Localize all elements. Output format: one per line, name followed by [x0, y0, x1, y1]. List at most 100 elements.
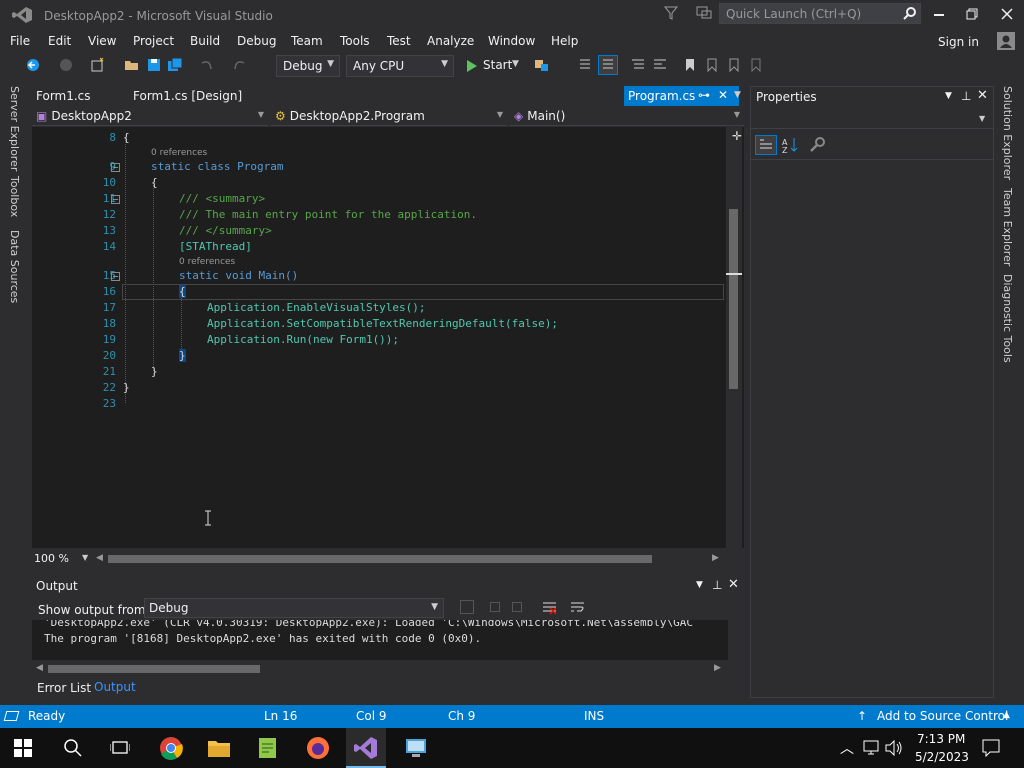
- codelens-references[interactable]: 0 references: [151, 148, 207, 158]
- team-explorer-tab[interactable]: Team Explorer: [1001, 188, 1014, 266]
- alphabetical-icon[interactable]: AZ: [781, 136, 799, 154]
- track-active-item-icon[interactable]: [598, 55, 618, 75]
- member-nav-select[interactable]: ◈ Main() ▼: [510, 107, 744, 126]
- bookmark-icon[interactable]: [682, 57, 698, 73]
- close-icon[interactable]: ✕: [728, 577, 739, 592]
- uncomment-lines-icon[interactable]: [652, 57, 668, 73]
- chevron-up-icon[interactable]: ︿: [840, 738, 854, 758]
- output-text-area[interactable]: 'DesktopApp2.exe' (CLR v4.0.30319: Deskt…: [32, 620, 744, 660]
- menu-help[interactable]: Help: [551, 34, 578, 48]
- sign-in-link[interactable]: Sign in: [938, 35, 979, 49]
- menu-analyze[interactable]: Analyze: [427, 34, 474, 48]
- firefox-icon[interactable]: [306, 736, 330, 760]
- solution-platform-select[interactable]: Any CPU ▼: [346, 55, 454, 77]
- menu-team[interactable]: Team: [291, 34, 323, 48]
- file-explorer-icon[interactable]: [207, 736, 231, 760]
- scroll-right-icon[interactable]: ▶: [714, 663, 721, 673]
- tab-form1-cs[interactable]: Form1.cs: [32, 86, 95, 106]
- menu-project[interactable]: Project: [133, 34, 174, 48]
- scroll-left-icon[interactable]: ◀: [96, 553, 103, 563]
- toolbox-tab[interactable]: Toolbox: [8, 176, 21, 217]
- scroll-left-icon[interactable]: ◀: [36, 663, 43, 673]
- output-source-select[interactable]: Debug ▼: [144, 598, 444, 618]
- chrome-icon[interactable]: [159, 736, 183, 760]
- search-icon[interactable]: [903, 6, 917, 20]
- search-icon[interactable]: [63, 738, 87, 762]
- zoom-dropdown-icon[interactable]: ▼: [82, 553, 88, 562]
- menu-file[interactable]: File: [10, 34, 30, 48]
- menu-edit[interactable]: Edit: [48, 34, 71, 48]
- start-dropdown-icon[interactable]: ▼: [512, 59, 519, 69]
- menu-window[interactable]: Window: [488, 34, 535, 48]
- codelens-references[interactable]: 0 references: [179, 257, 235, 267]
- notifications-icon[interactable]: [982, 739, 1000, 757]
- redo-icon[interactable]: [232, 57, 248, 73]
- clock-date[interactable]: 5/2/2023: [915, 750, 969, 764]
- property-pages-wrench-icon[interactable]: [809, 136, 827, 154]
- filter-icon[interactable]: [664, 6, 678, 20]
- save-icon[interactable]: [146, 57, 162, 73]
- output-horizontal-scrollbar[interactable]: ◀ ▶: [32, 661, 744, 677]
- minimize-button[interactable]: [934, 14, 944, 16]
- task-view-icon[interactable]: [110, 738, 134, 762]
- menu-debug[interactable]: Debug: [237, 34, 276, 48]
- status-insert-mode[interactable]: INS: [584, 709, 604, 723]
- navigate-back-icon[interactable]: [25, 57, 41, 73]
- navigate-forward-icon[interactable]: [58, 57, 74, 73]
- volume-icon[interactable]: [885, 740, 903, 756]
- code-editor[interactable]: 8 9 10 11 12 13 14 15 16 17 18 19 20 21 …: [32, 127, 744, 548]
- server-explorer-tab[interactable]: Server Explorer: [8, 86, 21, 171]
- notepad-plus-icon[interactable]: [256, 736, 280, 760]
- windows-start-icon[interactable]: [14, 739, 32, 757]
- menu-build[interactable]: Build: [190, 34, 220, 48]
- zoom-level[interactable]: 100 %: [34, 552, 69, 565]
- class-nav-select[interactable]: ⚙ DesktopApp2.Program ▼: [271, 107, 507, 126]
- tab-close-icon[interactable]: ✕: [718, 88, 728, 102]
- menu-view[interactable]: View: [88, 34, 116, 48]
- clock-time[interactable]: 7:13 PM: [917, 732, 965, 746]
- scroll-thumb[interactable]: [729, 209, 738, 389]
- collapse-icon[interactable]: −: [111, 163, 120, 172]
- pin-icon[interactable]: ⊶: [698, 88, 710, 102]
- bookmark-clear-icon[interactable]: [748, 57, 764, 73]
- horizontal-scroll-thumb[interactable]: [48, 665, 260, 673]
- pin-icon[interactable]: ⊥: [712, 578, 722, 592]
- toggle-word-wrap-icon[interactable]: [570, 601, 586, 615]
- panel-menu-icon[interactable]: ▼: [696, 580, 703, 590]
- collapse-icon[interactable]: −: [111, 195, 120, 204]
- tab-list-dropdown-icon[interactable]: ▼: [734, 90, 741, 100]
- feedback-icon[interactable]: [696, 6, 712, 20]
- solution-configuration-select[interactable]: Debug ▼: [276, 55, 340, 77]
- add-to-source-control-button[interactable]: Add to Source Control: [877, 709, 1008, 723]
- clear-all-icon[interactable]: [542, 601, 558, 615]
- diagnostic-tools-tab[interactable]: Diagnostic Tools: [1001, 274, 1014, 363]
- solution-explorer-tab[interactable]: Solution Explorer: [1001, 86, 1014, 180]
- go-to-next-icon[interactable]: [512, 602, 522, 612]
- tab-form1-designer[interactable]: Form1.cs [Design]: [129, 86, 246, 106]
- pin-icon[interactable]: ⊥: [961, 89, 971, 103]
- save-all-icon[interactable]: [167, 57, 183, 73]
- categorized-icon[interactable]: [755, 135, 777, 155]
- panel-menu-icon[interactable]: ▼: [945, 91, 952, 101]
- quick-launch-input[interactable]: Quick Launch (Ctrl+Q): [719, 3, 921, 24]
- collapse-icon[interactable]: −: [111, 272, 120, 281]
- go-to-previous-icon[interactable]: [490, 602, 500, 612]
- close-button[interactable]: [1001, 8, 1013, 20]
- tab-program-cs[interactable]: Program.cs ⊶ ✕: [624, 86, 739, 106]
- menu-test[interactable]: Test: [387, 34, 411, 48]
- chevron-up-icon[interactable]: ▲: [1003, 710, 1010, 720]
- open-file-icon[interactable]: [124, 57, 140, 73]
- new-project-icon[interactable]: [90, 57, 106, 73]
- close-icon[interactable]: ✕: [977, 88, 988, 103]
- comment-lines-icon[interactable]: [630, 57, 646, 73]
- scroll-right-icon[interactable]: ▶: [712, 553, 719, 563]
- network-icon[interactable]: [862, 740, 880, 756]
- split-window-icon[interactable]: ✛: [732, 129, 742, 143]
- bookmark-prev-icon[interactable]: [704, 57, 720, 73]
- tab-output[interactable]: Output: [91, 680, 139, 694]
- horizontal-scroll-thumb[interactable]: [108, 555, 652, 563]
- find-message-icon[interactable]: [460, 600, 474, 614]
- project-nav-select[interactable]: ▣ DesktopApp2 ▼: [32, 107, 268, 126]
- data-sources-tab[interactable]: Data Sources: [8, 230, 21, 303]
- object-selector[interactable]: ▼: [751, 109, 993, 129]
